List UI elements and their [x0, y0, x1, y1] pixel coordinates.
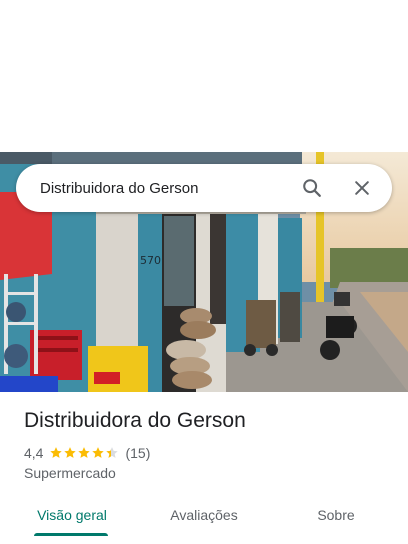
place-category[interactable]: Supermercado [24, 465, 116, 481]
search-button[interactable] [294, 170, 330, 206]
svg-text:570: 570 [140, 254, 161, 267]
search-bar[interactable]: Distribuidora do Gerson [16, 164, 392, 212]
review-count: (15) [125, 445, 151, 461]
star-icon [106, 447, 119, 458]
tab-reviews[interactable]: Avaliações [152, 494, 256, 536]
star-icon [50, 447, 63, 458]
tab-overview[interactable]: Visão geral [20, 494, 124, 536]
place-tabs: Visão geral Avaliações Sobre [0, 494, 408, 538]
star-icon [92, 447, 105, 458]
tab-about[interactable]: Sobre [284, 494, 388, 536]
rating-value: 4,4 [24, 445, 44, 461]
clear-search-button[interactable] [344, 170, 380, 206]
place-title: Distribuidora do Gerson [24, 409, 246, 432]
close-icon [355, 181, 369, 195]
active-tab-indicator [34, 533, 108, 536]
star-rating [49, 446, 119, 460]
star-icon [64, 447, 77, 458]
search-icon [303, 179, 321, 197]
star-icon [78, 447, 91, 458]
search-input[interactable]: Distribuidora do Gerson [40, 180, 294, 197]
rating-summary[interactable]: 4,4 (15) [24, 444, 150, 462]
